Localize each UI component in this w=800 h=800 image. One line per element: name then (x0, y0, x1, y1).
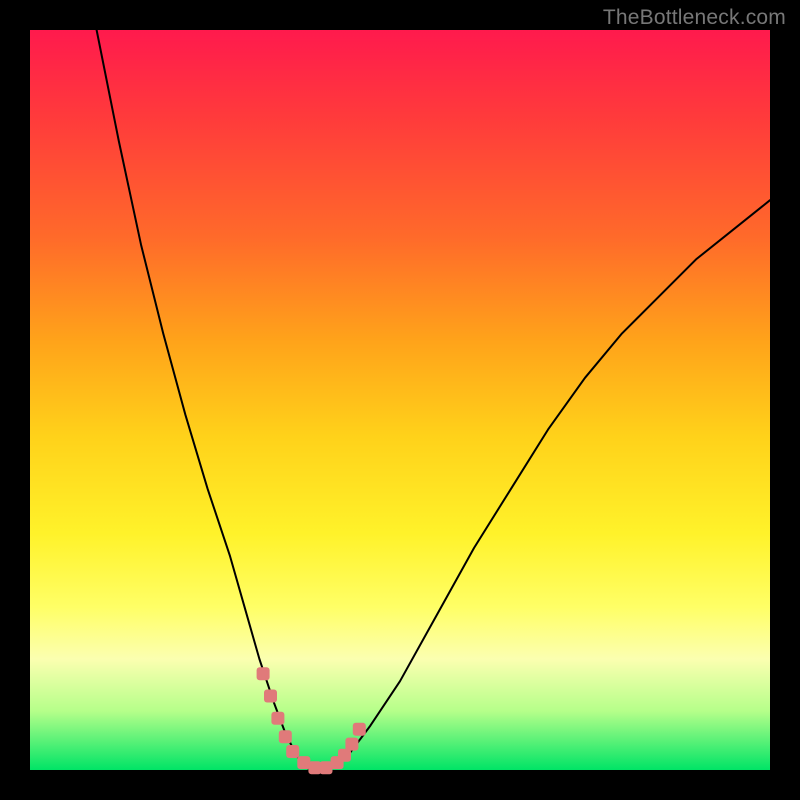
highlight-marker (279, 730, 292, 743)
highlight-marker (320, 761, 333, 774)
highlight-marker (345, 738, 358, 751)
highlight-markers (257, 667, 366, 774)
highlight-marker (264, 690, 277, 703)
highlight-marker (257, 667, 270, 680)
highlight-marker (353, 723, 366, 736)
highlight-marker (286, 745, 299, 758)
chart-frame: TheBottleneck.com (0, 0, 800, 800)
highlight-marker (308, 761, 321, 774)
plot-background (30, 30, 770, 770)
chart-svg (30, 30, 770, 770)
highlight-marker (338, 749, 351, 762)
bottleneck-curve (97, 30, 770, 770)
highlight-marker (271, 712, 284, 725)
watermark-label: TheBottleneck.com (603, 6, 786, 30)
highlight-marker (297, 756, 310, 769)
